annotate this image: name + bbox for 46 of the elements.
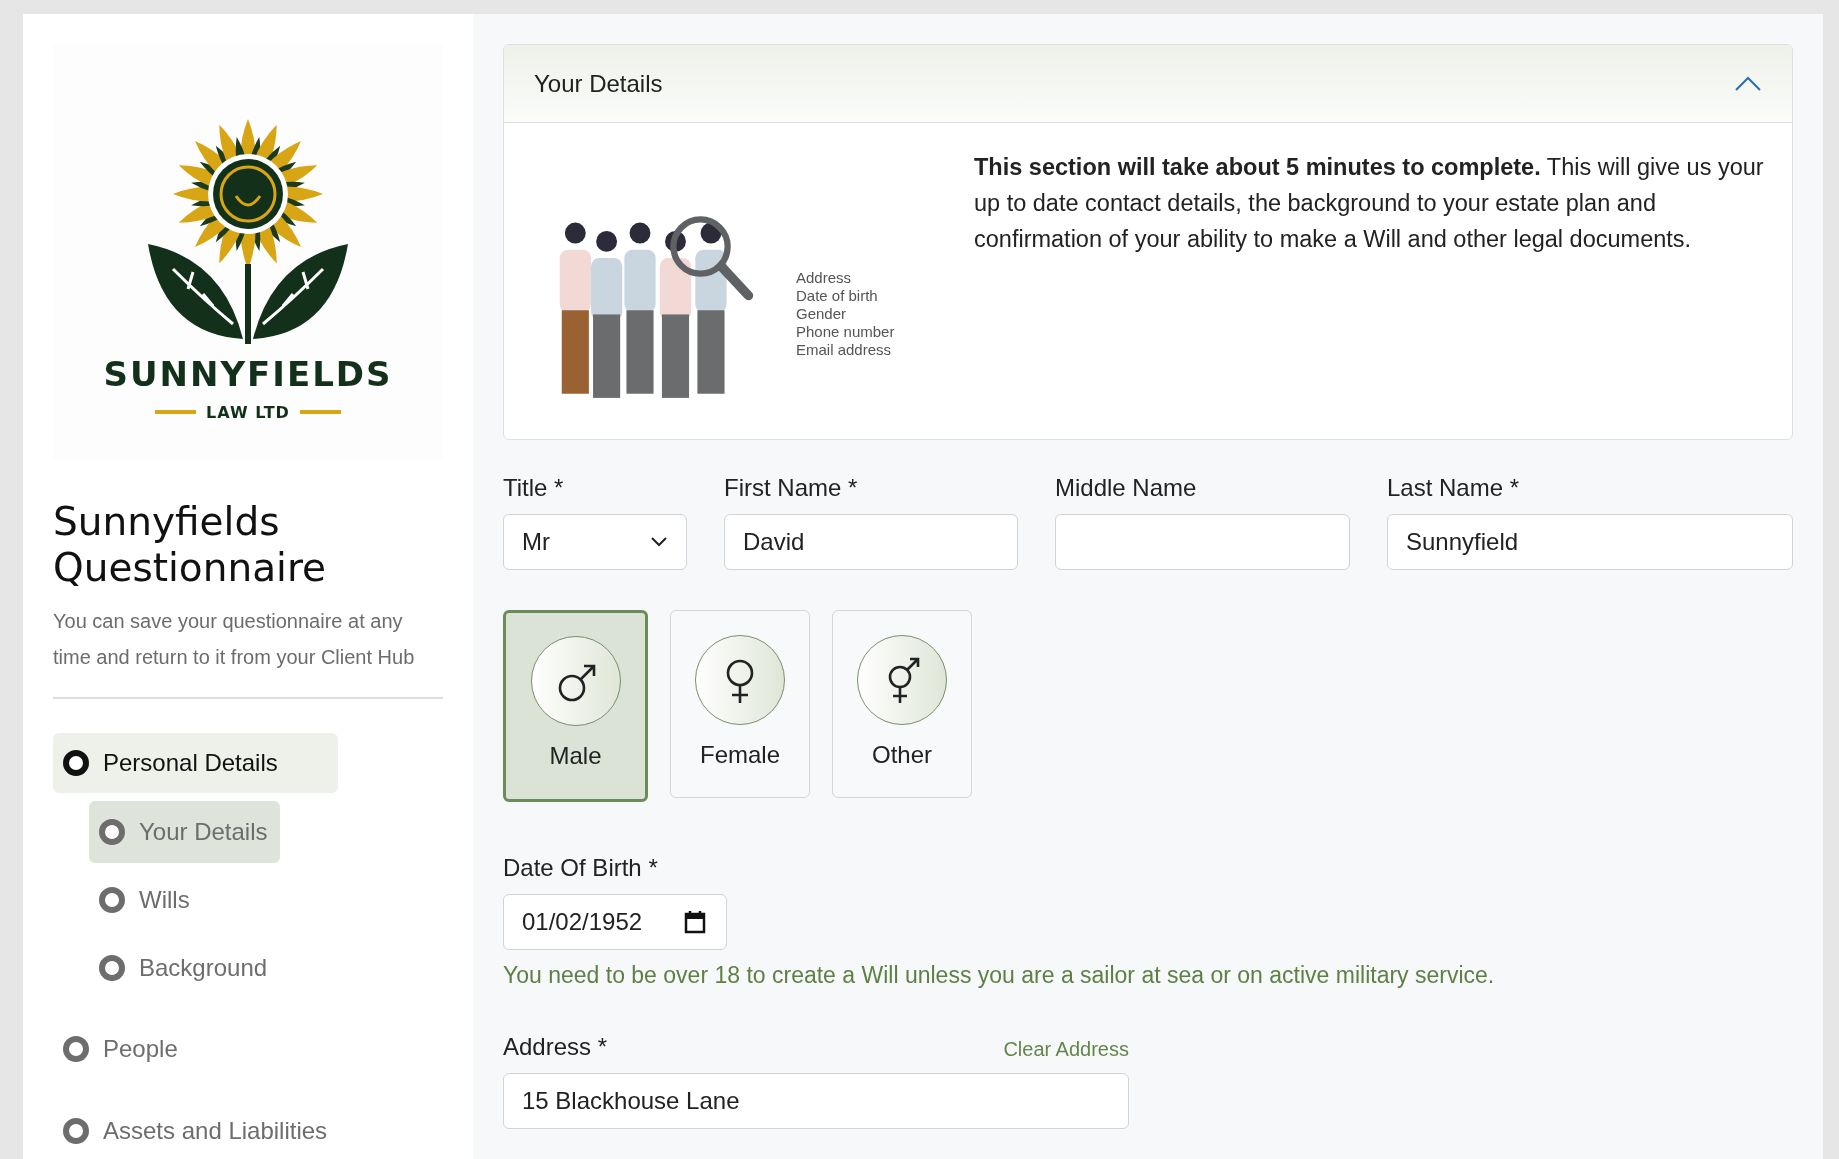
gender-option[interactable]: Other	[832, 610, 972, 798]
nav-item[interactable]: People	[53, 1019, 188, 1079]
field-label: Last Name *	[1387, 474, 1521, 502]
radio-icon	[99, 887, 125, 913]
field-label: Date Of Birth *	[503, 854, 659, 882]
radio-icon	[63, 750, 89, 776]
field-label: Middle Name	[1055, 474, 1198, 502]
date-input-field[interactable]: 01/02/1952	[503, 894, 727, 950]
text-input-field[interactable]: Sunnyfield	[1387, 514, 1793, 570]
company-logo: SUNNYFIELDS LAW LTD	[53, 44, 443, 459]
text-input-field[interactable]	[1055, 514, 1350, 570]
gender-option[interactable]: Female	[670, 610, 810, 798]
nav-subitem[interactable]: Your Details	[89, 801, 280, 863]
nav-item[interactable]: Personal Details	[53, 733, 338, 793]
clear-address-link[interactable]: Clear Address	[1003, 1038, 1129, 1061]
calendar-icon[interactable]	[684, 910, 706, 934]
gender-label: Other	[872, 741, 932, 769]
illustration-caption: Gender	[796, 305, 848, 323]
gender-label: Male	[549, 742, 602, 770]
field-label: Address *	[503, 1033, 608, 1061]
illustration-caption: Address	[796, 269, 853, 287]
radio-icon	[63, 1036, 89, 1062]
illustration-caption: Email address	[796, 341, 893, 359]
illustration-caption: Date of birth	[796, 287, 879, 305]
illustration-caption: Phone number	[796, 323, 895, 341]
title-dropdown[interactable]: Mr	[503, 514, 687, 570]
gender-option[interactable]: Male	[503, 610, 648, 802]
section-title: Your Details	[534, 69, 663, 98]
chevron-icon[interactable]	[1734, 75, 1762, 92]
questionnaire-title: Sunnyfields Questionnaire	[53, 499, 328, 591]
intro-paragraph: This section will take about 5 minutes to complete. This will give us your up to date contact details, the background to your estate plan and confirmation of your ability to make a Will and other legal documents.	[974, 153, 1765, 254]
address-input-field[interactable]: 15 Blackhouse Lane	[503, 1073, 1129, 1129]
radio-icon	[99, 819, 125, 845]
nav-subitem[interactable]: Wills	[89, 869, 202, 931]
age-hint-text: You need to be over 18 to create a Will unless you are a sailor at sea or on active military service.	[503, 962, 1496, 989]
gender-label: Female	[700, 741, 780, 769]
text-input-field[interactable]: David	[724, 514, 1018, 570]
radio-icon	[99, 955, 125, 981]
save-hint-text: You can save your questionnaire at any time and return to it from your Client Hub	[53, 603, 443, 699]
nav-item[interactable]: Assets and Liabilities	[53, 1101, 338, 1159]
radio-icon	[63, 1118, 89, 1144]
section-header[interactable]: Your Details	[504, 45, 1792, 123]
nav-subitem[interactable]: Background	[89, 937, 280, 999]
field-label: First Name *	[724, 474, 859, 502]
caret-icon	[650, 537, 668, 547]
field-label: Title *	[503, 474, 565, 502]
